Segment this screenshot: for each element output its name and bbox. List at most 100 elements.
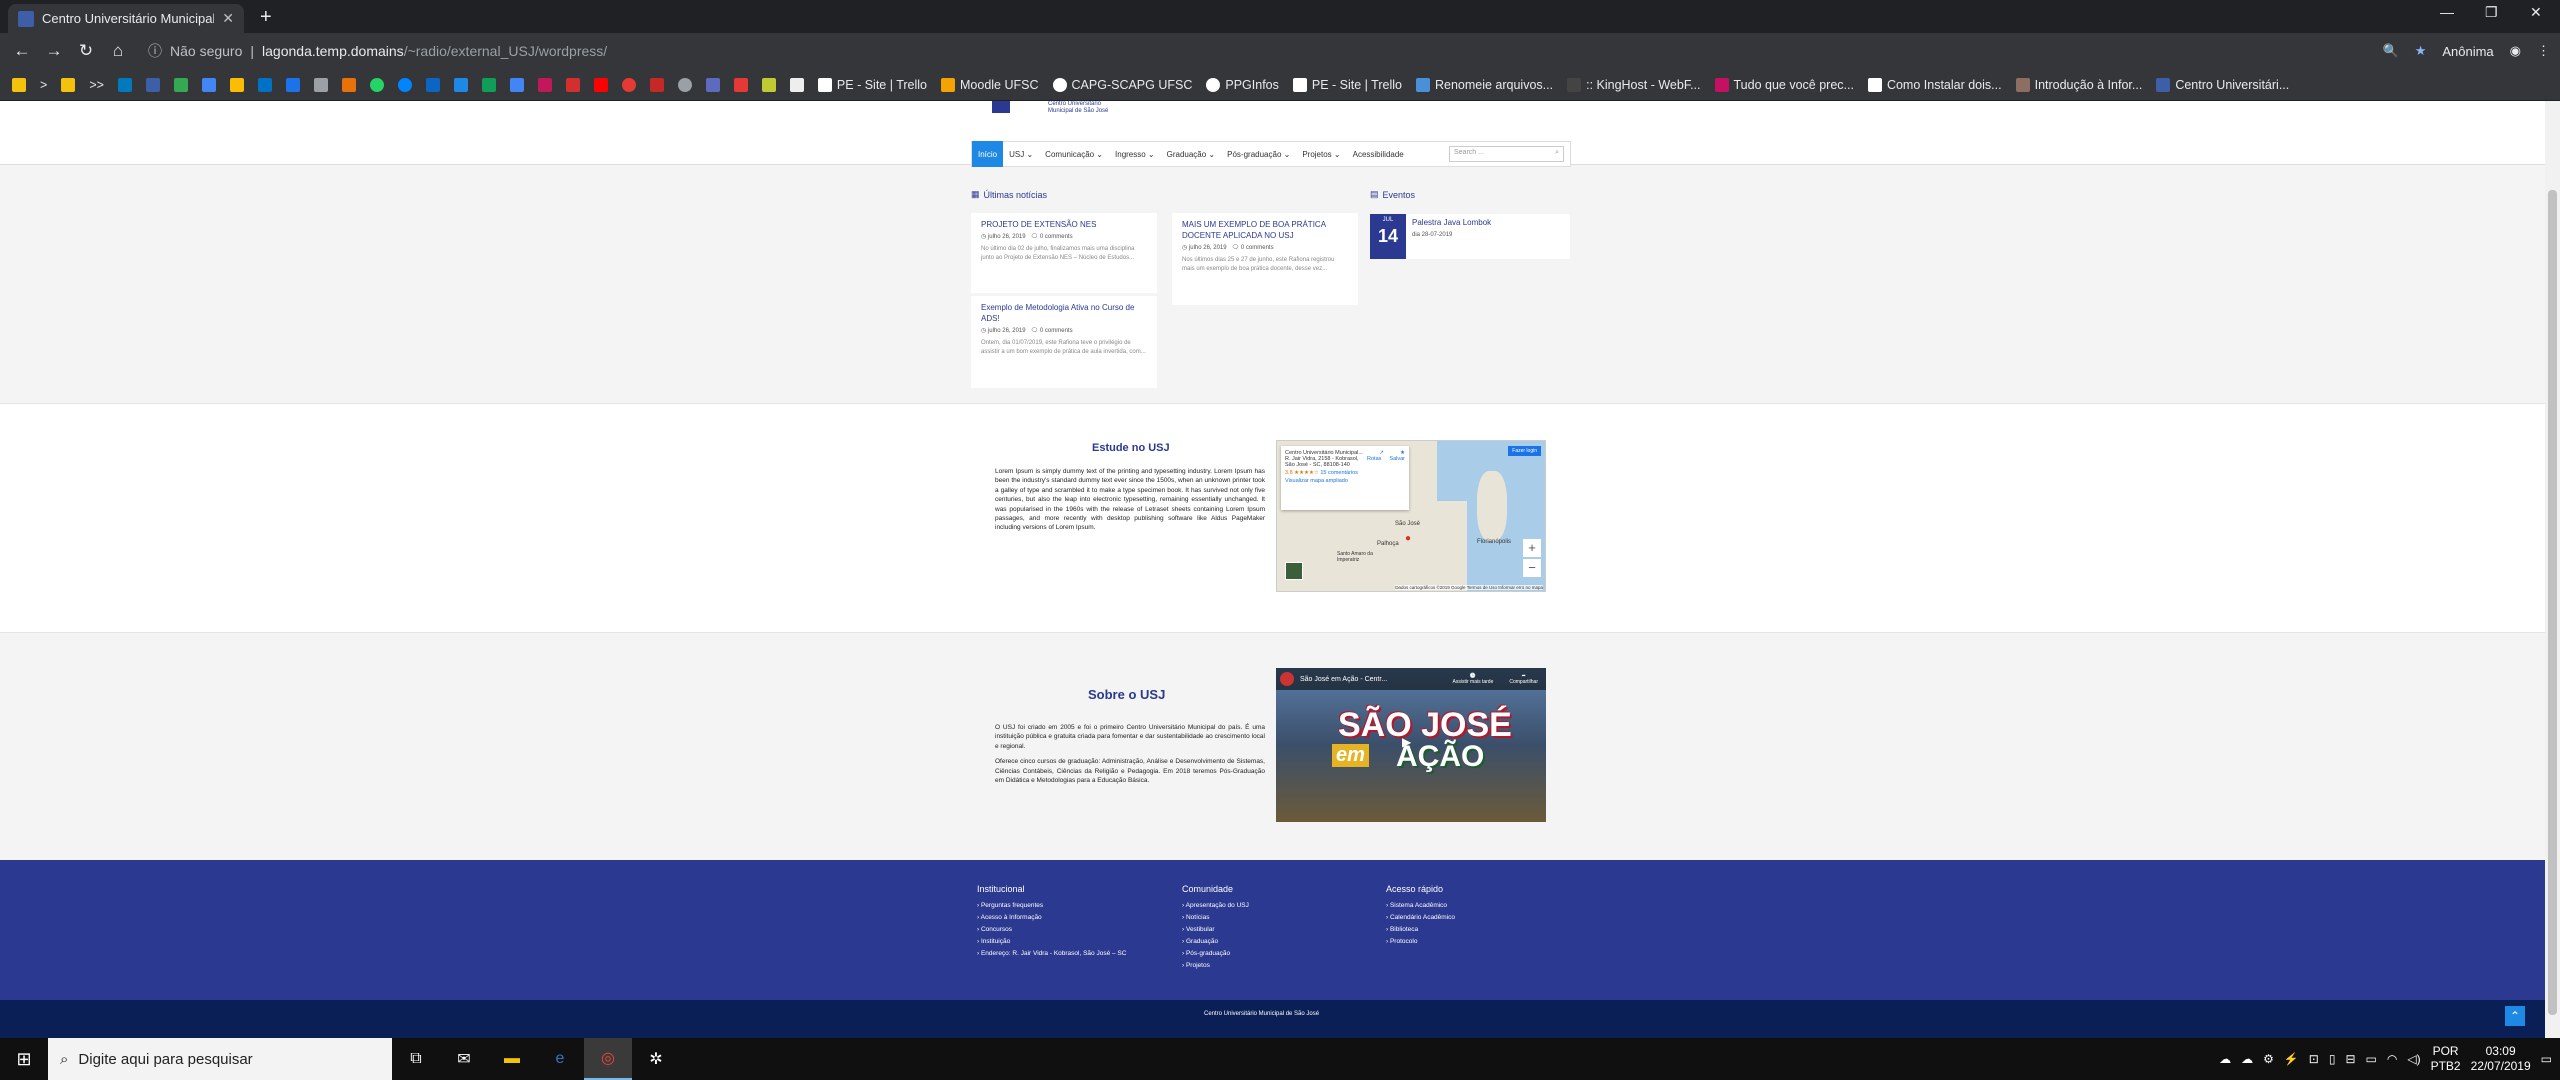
view-larger-map-link[interactable]: Visualizar mapa ampliado <box>1285 478 1405 484</box>
profile-label[interactable]: Anônima <box>2442 44 2493 59</box>
watch-later-button[interactable]: 🕓 Assistir mais tarde <box>1453 673 1494 685</box>
battery-icon[interactable]: ▭ <box>2366 1052 2377 1066</box>
channel-avatar[interactable] <box>1280 672 1294 686</box>
footer-link[interactable]: › Sistema Acadêmico <box>1386 900 1455 912</box>
chrome-icon[interactable]: ◎ <box>584 1038 632 1080</box>
site-logo-text[interactable]: Centro Universitário Municipal de São Jo… <box>1048 101 1108 115</box>
tray-app-icon[interactable]: ⊟ <box>2345 1052 2355 1066</box>
map-login-button[interactable]: Fazer login <box>1508 446 1541 456</box>
back-to-top-icon[interactable]: ⌃ <box>2505 1006 2525 1026</box>
trello-icon[interactable] <box>117 77 132 92</box>
bookmark-icon[interactable] <box>341 77 356 92</box>
bookmark-item[interactable]: Centro Universitári... <box>2156 77 2289 92</box>
footer-link[interactable]: › Protocolo <box>1386 936 1455 948</box>
new-tab-button[interactable]: + <box>260 6 272 29</box>
info-icon[interactable]: ⓘ <box>148 41 162 61</box>
menu-item-usj[interactable]: USJ ⌄ <box>1003 141 1039 167</box>
app-icon[interactable]: ✲ <box>632 1038 680 1080</box>
mail-icon[interactable]: ✉ <box>440 1038 488 1080</box>
bookmark-item[interactable]: PE - Site | Trello <box>1292 77 1402 92</box>
zoom-in-button[interactable]: + <box>1523 539 1541 557</box>
close-tab-icon[interactable]: ✕ <box>222 10 234 27</box>
tray-app-icon[interactable]: ⚡ <box>2284 1052 2299 1066</box>
footer-link[interactable]: › Notícias <box>1182 912 1249 924</box>
site-search-input[interactable]: Search ... ⌕ <box>1449 146 1564 162</box>
footer-link[interactable]: › Vestibular <box>1182 924 1249 936</box>
tray-app-icon[interactable]: ⊡ <box>2309 1052 2319 1066</box>
taskbar-search[interactable]: ⌕ Digite aqui para pesquisar <box>48 1038 392 1080</box>
bookmark-icon[interactable] <box>285 77 300 92</box>
search-icon[interactable]: ⌕ <box>1555 149 1559 159</box>
bookmark-icon[interactable] <box>313 77 328 92</box>
cloud-icon[interactable]: ☁ <box>2219 1052 2231 1066</box>
bookmark-icon[interactable] <box>733 77 748 92</box>
github-icon[interactable] <box>677 77 692 92</box>
google-map[interactable]: Florianópolis São José Palhoça Santo Ama… <box>1276 440 1546 592</box>
notifications-icon[interactable]: ▭ <box>2541 1052 2552 1066</box>
news-card[interactable]: PROJETO DE EXTENSÃO NES ◷ julho 26, 2019… <box>971 213 1157 293</box>
keyboard-language[interactable]: POR PTB2 <box>2431 1044 2461 1074</box>
bookmark-icon[interactable] <box>621 77 636 92</box>
edge-icon[interactable]: e <box>536 1038 584 1080</box>
news-title[interactable]: MAIS UM EXEMPLO DE BOA PRÁTICA DOCENTE A… <box>1182 219 1348 241</box>
close-window-icon[interactable]: ✕ <box>2530 4 2542 21</box>
usb-icon[interactable]: ▯ <box>2329 1052 2336 1066</box>
sheets-icon[interactable] <box>481 77 496 92</box>
bookmark-icon[interactable] <box>453 77 468 92</box>
url-text[interactable]: lagonda.temp.domains/~radio/external_USJ… <box>262 43 607 59</box>
back-icon[interactable]: ← <box>6 41 38 61</box>
menu-item-projetos[interactable]: Projetos ⌄ <box>1296 141 1346 167</box>
restore-window-icon[interactable]: ❐ <box>2485 4 2498 21</box>
scrollbar-thumb[interactable] <box>2548 190 2557 1015</box>
bookmark-icon[interactable] <box>705 77 720 92</box>
bookmark-icon[interactable] <box>789 77 804 92</box>
menu-item-inicio[interactable]: Início <box>972 141 1004 167</box>
event-title[interactable]: Palestra Java Lombok <box>1412 218 1491 227</box>
keep-icon[interactable] <box>229 77 244 92</box>
menu-item-graduacao[interactable]: Graduação ⌄ <box>1161 141 1222 167</box>
video-title[interactable]: São José em Ação - Centr... <box>1300 676 1387 683</box>
bookmark-icon[interactable] <box>565 77 580 92</box>
folder-icon[interactable] <box>61 77 76 92</box>
bookmark-icon[interactable] <box>537 77 552 92</box>
address-bar[interactable]: ⓘ Não seguro | lagonda.temp.domains/~rad… <box>140 36 2340 66</box>
satellite-toggle[interactable] <box>1285 562 1303 580</box>
footer-link[interactable]: › Instituição <box>977 936 1126 948</box>
volume-icon[interactable]: ◁) <box>2407 1052 2420 1066</box>
map-pin-icon[interactable]: ● <box>1405 533 1411 544</box>
bookmark-item[interactable]: :: KingHost - WebF... <box>1567 77 1701 92</box>
footer-link[interactable]: › Concursos <box>977 924 1126 936</box>
linkedin-icon[interactable] <box>425 77 440 92</box>
forward-icon[interactable]: → <box>38 41 70 61</box>
bookmark-item[interactable]: PE - Site | Trello <box>817 77 927 92</box>
share-button[interactable]: ➦ Compartilhar <box>1509 673 1538 685</box>
bookmark-item[interactable]: Introdução à Infor... <box>2015 77 2142 92</box>
incognito-icon[interactable]: ◉ <box>2510 43 2521 59</box>
event-card[interactable]: JUL 14 Palestra Java Lombok dia 28-07-201… <box>1370 214 1570 259</box>
folder-icon[interactable] <box>12 77 26 92</box>
bookmark-item[interactable]: Tudo que você prec... <box>1714 77 1854 92</box>
bookmark-item[interactable]: CAPG-SCAPG UFSC <box>1052 77 1192 92</box>
bookmark-item[interactable]: Como Instalar dois... <box>1867 77 2002 92</box>
menu-icon[interactable]: ⋮ <box>2537 43 2550 59</box>
footer-link[interactable]: › Apresentação do USJ <box>1182 900 1249 912</box>
wifi-icon[interactable]: ◠ <box>2387 1052 2397 1066</box>
task-view-icon[interactable]: ⧉ <box>392 1038 440 1080</box>
messenger-icon[interactable] <box>397 77 412 92</box>
browser-tab[interactable]: Centro Universitário Municipal de ✕ <box>8 4 244 33</box>
bookmark-item[interactable]: Moodle UFSC <box>941 77 1039 92</box>
news-card[interactable]: MAIS UM EXEMPLO DE BOA PRÁTICA DOCENTE A… <box>1172 213 1358 305</box>
news-title[interactable]: PROJETO DE EXTENSÃO NES <box>981 219 1147 230</box>
docs-icon[interactable] <box>509 77 524 92</box>
clock[interactable]: 03:09 22/07/2019 <box>2471 1044 2531 1074</box>
youtube-video[interactable]: São José em Ação - Centr... 🕓 Assistir ma… <box>1276 668 1546 822</box>
footer-link[interactable]: › Biblioteca <box>1386 924 1455 936</box>
footer-link[interactable]: › Projetos <box>1182 960 1249 972</box>
reload-icon[interactable]: ↻ <box>70 41 102 61</box>
site-icon[interactable] <box>145 77 160 92</box>
news-title[interactable]: Exemplo de Metodologia Ativa no Curso de… <box>981 302 1147 324</box>
footer-link[interactable]: › Perguntas frequentes <box>977 900 1126 912</box>
footer-link[interactable]: › Graduação <box>1182 936 1249 948</box>
menu-item-comunicacao[interactable]: Comunicação ⌄ <box>1039 141 1109 167</box>
play-icon[interactable]: ▶ <box>1402 735 1418 751</box>
